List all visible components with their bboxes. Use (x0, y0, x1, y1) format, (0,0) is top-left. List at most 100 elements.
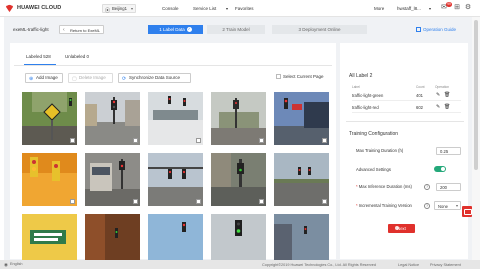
label-row: traffic-light-green 401 ✎ 🗑 (352, 92, 461, 101)
favorites-menu[interactable]: Favorites (235, 6, 254, 11)
label-name: traffic-light-red (352, 105, 379, 110)
globe-icon: ◉ (4, 261, 8, 267)
city-signal-image (274, 92, 329, 145)
label-column-header: Label (352, 85, 360, 89)
checkbox[interactable] (259, 199, 264, 204)
cart-icon[interactable]: ⊞ (453, 4, 461, 12)
user-account-menu[interactable]: hwstaff_l8... (397, 6, 421, 11)
step-label: 1 Label Data (159, 27, 185, 32)
tools-icon[interactable]: ⚙ (464, 4, 472, 12)
max-inference-duration-input[interactable]: 200 (436, 183, 461, 191)
label-count: 602 (416, 105, 423, 110)
feedback-icon[interactable] (462, 206, 472, 217)
privacy-statement-link[interactable]: Privacy Statement (430, 263, 461, 267)
checkbox[interactable] (133, 138, 138, 143)
footer: ◉ English Copyright©2019 Huawei Technolo… (0, 260, 480, 269)
checkbox[interactable] (259, 138, 264, 143)
top-navigation-bar: HUAWEI CLOUD ⦿ Beijing1 ▾ Console Servic… (0, 0, 480, 17)
image-thumbnail[interactable] (148, 92, 203, 145)
scrollbar-thumb[interactable] (474, 20, 478, 170)
step-train-model[interactable]: 2 Train Model (207, 25, 265, 34)
delete-icon[interactable]: 🗑 (444, 92, 450, 98)
checkbox[interactable] (70, 199, 75, 204)
image-thumbnail[interactable] (22, 92, 77, 145)
add-image-button[interactable]: ⊕ Add Image (25, 73, 63, 83)
next-button[interactable]: Next (388, 224, 415, 233)
tab-unlabeled[interactable]: Unlabeled 0 (65, 54, 89, 59)
chevron-down-icon[interactable]: ▾ (429, 6, 431, 11)
delete-icon[interactable]: 🗑 (444, 104, 450, 110)
label-count: 401 (416, 93, 423, 98)
step-label-data[interactable]: 1 Label Data ✓ (148, 25, 203, 34)
more-menu[interactable]: More (374, 6, 384, 11)
help-icon[interactable]: ? (424, 184, 430, 190)
image-thumbnail[interactable] (211, 153, 266, 206)
region-selector[interactable]: ⦿ Beijing1 ▾ (102, 4, 136, 14)
image-thumbnail[interactable] (85, 153, 140, 206)
image-thumbnail[interactable] (211, 92, 266, 145)
brand-name[interactable]: HUAWEI CLOUD (17, 5, 61, 11)
intersection-image (211, 92, 266, 145)
training-config-title: Training Configuration (349, 131, 399, 137)
image-thumbnail[interactable] (274, 92, 329, 145)
delete-image-label: Delete Image (79, 75, 106, 80)
all-label-title: All Label (349, 73, 369, 79)
delete-image-button[interactable]: ▢ Delete Image (68, 73, 113, 83)
sync-label: Synchronize Data Source (129, 75, 181, 80)
operation-column-header: Operation (435, 85, 449, 89)
image-thumbnail[interactable] (22, 153, 77, 206)
checkbox[interactable] (276, 74, 281, 79)
legal-notice-link[interactable]: Legal Notice (398, 263, 419, 267)
checkbox[interactable] (196, 199, 201, 204)
highway-image (274, 153, 329, 206)
select-current-page-checkbox[interactable]: Select Current Page (276, 74, 324, 79)
operation-guide-label: Operation Guide (423, 27, 457, 32)
checkbox[interactable] (133, 199, 138, 204)
checkbox[interactable] (322, 138, 327, 143)
step-deployment-online[interactable]: 3 Deployment Online (272, 25, 367, 34)
copyright-text: Copyright©2019 Huawei Technologies Co., … (262, 262, 376, 267)
trash-icon: ▢ (72, 76, 77, 82)
label-row: traffic-light-red 602 ✎ 🗑 (352, 104, 461, 113)
service-list-menu[interactable]: Service List (193, 6, 216, 11)
chevron-down-icon[interactable]: ▾ (226, 6, 228, 11)
incremental-training-select[interactable]: None ▾ (434, 201, 461, 210)
max-inference-duration-label: * Max Inference Duration (ms) (356, 184, 412, 189)
checkbox[interactable] (70, 138, 75, 143)
edit-icon[interactable]: ✎ (436, 92, 440, 98)
operation-guide-link[interactable]: Operation Guide (416, 27, 456, 32)
incremental-training-value: None (438, 203, 449, 209)
count-column-header: Count (416, 85, 425, 89)
sync-icon: ⟳ (122, 76, 127, 82)
check-icon: ✓ (186, 27, 192, 33)
max-training-duration-input[interactable]: 0.25 (436, 147, 461, 155)
advanced-settings-toggle[interactable] (434, 166, 446, 172)
sync-data-source-button[interactable]: ⟳ Synchronize Data Source (118, 73, 191, 83)
return-to-exeml-button[interactable]: ‹ Return to ExeML (59, 25, 104, 34)
language-selector[interactable]: English (10, 262, 22, 266)
checkbox[interactable] (322, 199, 327, 204)
console-link[interactable]: Console (162, 6, 179, 11)
help-icon[interactable]: ? (424, 203, 430, 209)
chevron-left-icon: ‹ (63, 27, 65, 33)
advanced-settings-label: Advanced Settings (356, 167, 391, 172)
step-label: 3 Deployment Online (298, 27, 341, 32)
edit-icon[interactable]: ✎ (436, 104, 440, 110)
max-training-duration-label: Max Training Duration (h) (356, 148, 404, 153)
incremental-training-label: * Incremental Training Version (356, 203, 412, 208)
add-image-label: Add Image (36, 75, 58, 80)
huawei-logo-icon[interactable] (5, 4, 14, 13)
all-label-count: 2 (369, 73, 373, 79)
region-value: Beijing1 (112, 6, 127, 11)
chevron-down-icon: ▾ (130, 6, 133, 11)
left-rail (0, 17, 4, 260)
image-thumbnail[interactable] (274, 153, 329, 206)
tab-labeled[interactable]: Labeled 528 (26, 54, 51, 59)
wizard-step-bar: exeML-traffic-light ‹ Return to ExeML 1 … (4, 21, 472, 39)
image-thumbnail[interactable] (85, 92, 140, 145)
location-pin-icon: ⦿ (105, 7, 111, 14)
image-thumbnail[interactable] (148, 153, 203, 206)
yellow-signal-image (22, 153, 77, 206)
checkbox[interactable] (196, 138, 201, 143)
snowy-road-image (148, 92, 203, 145)
